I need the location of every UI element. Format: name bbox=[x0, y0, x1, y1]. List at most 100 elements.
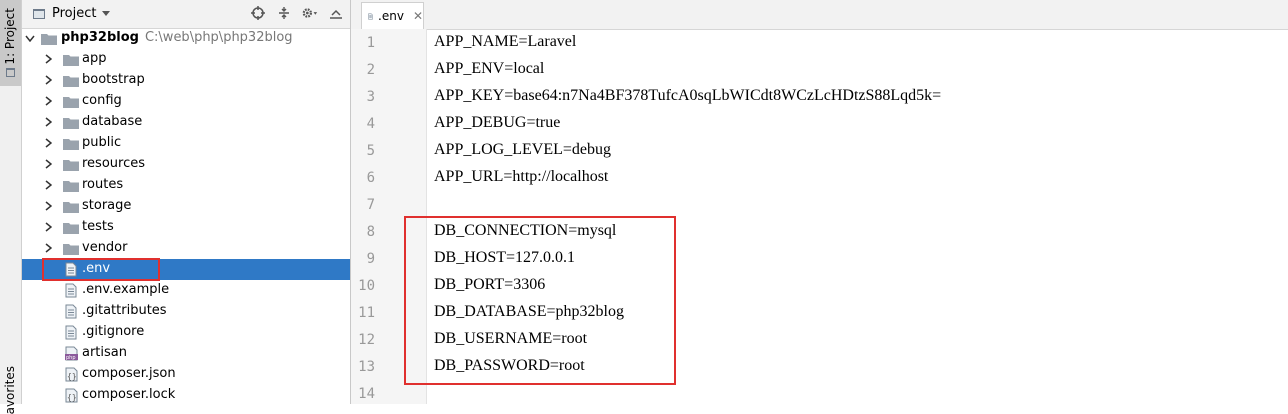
text-file-icon bbox=[65, 262, 77, 277]
tree-folder-resources[interactable]: resources bbox=[22, 154, 350, 175]
file-label: .env bbox=[82, 261, 111, 276]
chevron-right-icon[interactable] bbox=[43, 243, 53, 253]
line-number: 14 bbox=[358, 386, 375, 402]
line-number: 4 bbox=[366, 116, 375, 132]
folder-icon bbox=[63, 202, 79, 213]
code-line[interactable]: DB_USERNAME=root bbox=[434, 330, 587, 348]
tree-file-gitignore[interactable]: .gitignore bbox=[22, 322, 350, 343]
chevron-down-icon[interactable] bbox=[25, 33, 35, 43]
folder-icon bbox=[63, 181, 79, 192]
folder-icon bbox=[63, 244, 79, 255]
folder-label: config bbox=[82, 93, 122, 108]
code-line[interactable]: APP_KEY=base64:n7Na4BF378TufcA0sqLbWICdt… bbox=[434, 87, 941, 105]
text-file-icon bbox=[368, 12, 373, 20]
tree-folder-tests[interactable]: tests bbox=[22, 217, 350, 238]
chevron-right-icon[interactable] bbox=[43, 201, 53, 211]
file-label: composer.json bbox=[82, 366, 176, 381]
tree-file-env-example[interactable]: .env.example bbox=[22, 280, 350, 301]
tree-folder-bootstrap[interactable]: bootstrap bbox=[22, 70, 350, 91]
text-file-icon bbox=[65, 283, 77, 298]
crosshair-icon bbox=[251, 6, 265, 20]
project-panel-title: Project bbox=[52, 6, 97, 21]
project-icon bbox=[6, 68, 15, 77]
code-line[interactable]: DB_PORT=3306 bbox=[434, 276, 545, 294]
folder-icon bbox=[63, 76, 79, 87]
chevron-right-icon[interactable] bbox=[43, 180, 53, 190]
line-number: 5 bbox=[366, 143, 375, 159]
chevron-right-icon[interactable] bbox=[43, 117, 53, 127]
tree-file-composer-json[interactable]: {} composer.json bbox=[22, 364, 350, 385]
tree-folder-app[interactable]: app bbox=[22, 49, 350, 70]
tree-folder-config[interactable]: config bbox=[22, 91, 350, 112]
favorites-tool-tab[interactable]: avorites bbox=[3, 366, 17, 414]
line-number: 8 bbox=[366, 224, 375, 240]
collapse-all-button[interactable] bbox=[276, 5, 292, 21]
code-line[interactable]: DB_HOST=127.0.0.1 bbox=[434, 249, 575, 267]
code-line[interactable]: DB_CONNECTION=mysql bbox=[434, 222, 616, 240]
editor-tab-bar: .env ✕ bbox=[351, 0, 1288, 30]
tree-folder-vendor[interactable]: vendor bbox=[22, 238, 350, 259]
folder-label: vendor bbox=[82, 240, 128, 255]
settings-button[interactable] bbox=[302, 5, 318, 21]
folder-icon bbox=[63, 55, 79, 66]
tree-file-gitattributes[interactable]: .gitattributes bbox=[22, 301, 350, 322]
file-label: .gitattributes bbox=[82, 303, 167, 318]
folder-icon bbox=[63, 139, 79, 150]
svg-text:{}: {} bbox=[67, 372, 77, 381]
folder-icon bbox=[63, 223, 79, 234]
tree-folder-database[interactable]: database bbox=[22, 112, 350, 133]
locate-file-button[interactable] bbox=[250, 5, 266, 21]
code-line[interactable]: APP_ENV=local bbox=[434, 60, 544, 78]
hide-panel-button[interactable] bbox=[328, 5, 344, 21]
editor-tab-env[interactable]: .env ✕ bbox=[361, 2, 424, 29]
json-file-icon: {} bbox=[65, 367, 78, 382]
svg-text:php: php bbox=[66, 355, 76, 361]
line-number: 1 bbox=[366, 35, 375, 51]
file-label: artisan bbox=[82, 345, 127, 360]
code-line[interactable]: DB_DATABASE=php32blog bbox=[434, 303, 624, 321]
code-line[interactable]: APP_LOG_LEVEL=debug bbox=[434, 141, 611, 159]
chevron-right-icon[interactable] bbox=[43, 159, 53, 169]
tree-file-artisan[interactable]: php artisan bbox=[22, 343, 350, 364]
folder-label: public bbox=[82, 135, 122, 150]
folder-label: database bbox=[82, 114, 143, 129]
gear-icon bbox=[302, 8, 318, 18]
code-line[interactable]: DB_PASSWORD=root bbox=[434, 357, 585, 375]
php-file-icon: php bbox=[65, 346, 78, 361]
close-icon[interactable]: ✕ bbox=[413, 9, 423, 23]
line-number: 10 bbox=[358, 278, 375, 294]
project-folder-icon bbox=[33, 9, 45, 19]
folder-label: resources bbox=[82, 156, 146, 171]
tree-folder-storage[interactable]: storage bbox=[22, 196, 350, 217]
folder-label: routes bbox=[82, 177, 124, 192]
line-number-gutter: 1 2 3 4 5 6 7 8 9 10 11 12 13 14 bbox=[351, 29, 427, 404]
line-number: 12 bbox=[358, 332, 375, 348]
folder-label: bootstrap bbox=[82, 72, 145, 87]
code-line[interactable]: APP_URL=http://localhost bbox=[434, 168, 608, 186]
line-number: 7 bbox=[366, 197, 375, 213]
chevron-right-icon[interactable] bbox=[43, 75, 53, 85]
line-number: 3 bbox=[366, 89, 375, 105]
tree-root-php32blog[interactable]: php32blog C:\web\php\php32blog bbox=[22, 28, 350, 49]
tree-folder-routes[interactable]: routes bbox=[22, 175, 350, 196]
json-file-icon: {} bbox=[65, 388, 78, 403]
project-view-selector[interactable]: Project bbox=[32, 6, 111, 21]
tree-folder-public[interactable]: public bbox=[22, 133, 350, 154]
project-tool-tab[interactable]: 1: Project bbox=[0, 0, 21, 86]
chevron-right-icon[interactable] bbox=[43, 222, 53, 232]
chevron-right-icon[interactable] bbox=[43, 96, 53, 106]
line-number: 9 bbox=[366, 251, 375, 267]
chevron-right-icon[interactable] bbox=[43, 54, 53, 64]
tool-window-strip: 1: Project avorites bbox=[0, 0, 22, 414]
tree-file-composer-lock[interactable]: {} composer.lock bbox=[22, 385, 350, 406]
project-panel-header: Project bbox=[22, 0, 350, 29]
line-number: 11 bbox=[358, 305, 375, 321]
project-tool-tab-label: 1: Project bbox=[3, 8, 17, 65]
collapse-icon bbox=[279, 7, 289, 19]
code-line[interactable]: APP_DEBUG=true bbox=[434, 114, 560, 132]
chevron-right-icon[interactable] bbox=[43, 138, 53, 148]
code-line[interactable]: APP_NAME=Laravel bbox=[434, 33, 576, 51]
line-number: 13 bbox=[358, 359, 375, 375]
tree-file-env[interactable]: .env bbox=[22, 259, 350, 280]
project-panel: Project php32blog C:\web\php\php32blog a… bbox=[22, 0, 351, 404]
